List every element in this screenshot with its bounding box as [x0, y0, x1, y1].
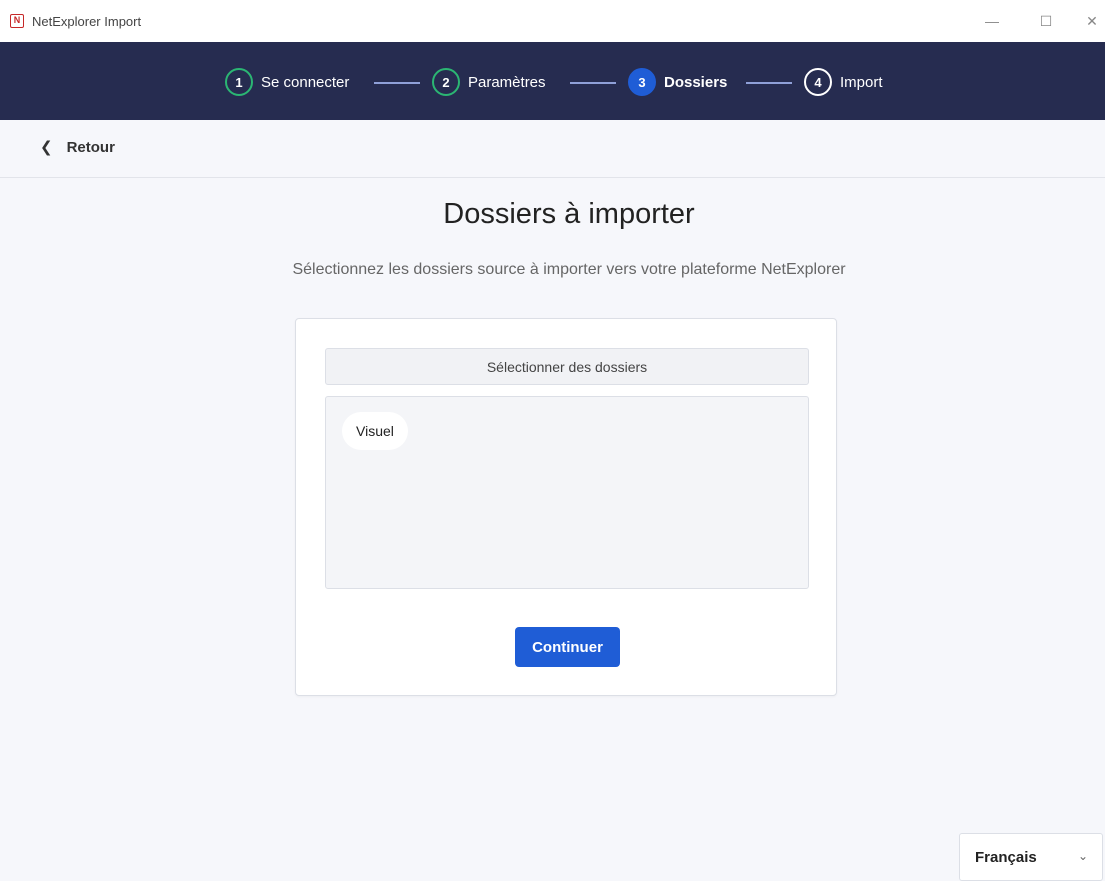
step-label: Se connecter [261, 73, 350, 91]
chevron-down-icon: ⌄ [1077, 849, 1088, 863]
select-folders-button[interactable]: Sélectionner des dossiers [325, 348, 809, 385]
stepper: 1 Se connecter 2 Paramètres 3 Dossiers 4… [0, 42, 1105, 120]
step-connector [746, 82, 792, 84]
window-titlebar: N NetExplorer Import — ☐ ✕ [0, 0, 1105, 42]
step-label: Import [840, 73, 883, 91]
language-select[interactable]: Français ⌄ [959, 833, 1103, 881]
step-parameters: 2 Paramètres [432, 67, 546, 97]
step-connect: 1 Se connecter [225, 67, 349, 97]
page-title: Dossiers à importer [443, 198, 695, 230]
page-subtitle: Sélectionnez les dossiers source à impor… [292, 261, 846, 278]
minimize-icon[interactable]: — [972, 8, 1012, 34]
back-button[interactable]: ❮ Retour [40, 138, 115, 157]
chevron-left-icon: ❮ [40, 139, 53, 156]
folder-chip[interactable]: Visuel [342, 412, 408, 450]
close-icon[interactable]: ✕ [1072, 8, 1105, 34]
step-label: Paramètres [468, 73, 546, 91]
step-connector [570, 82, 616, 84]
app-logo-icon: N [10, 14, 24, 28]
step-number: 4 [804, 68, 832, 96]
back-row: ❮ Retour [0, 120, 1105, 178]
step-number: 3 [628, 68, 656, 96]
step-number: 1 [225, 68, 253, 96]
step-label: Dossiers [664, 73, 728, 91]
folder-selection-card: Sélectionner des dossiers Visuel Continu… [295, 318, 837, 696]
continue-button[interactable]: Continuer [515, 627, 620, 667]
step-connector [374, 82, 420, 84]
window-title: NetExplorer Import [32, 14, 142, 29]
back-label: Retour [66, 138, 115, 156]
language-value: Français [975, 848, 1037, 866]
step-number: 2 [432, 68, 460, 96]
maximize-icon[interactable]: ☐ [1026, 8, 1066, 34]
selected-folders-list: Visuel [325, 396, 809, 589]
step-folders: 3 Dossiers [628, 67, 727, 97]
step-import: 4 Import [804, 67, 883, 97]
